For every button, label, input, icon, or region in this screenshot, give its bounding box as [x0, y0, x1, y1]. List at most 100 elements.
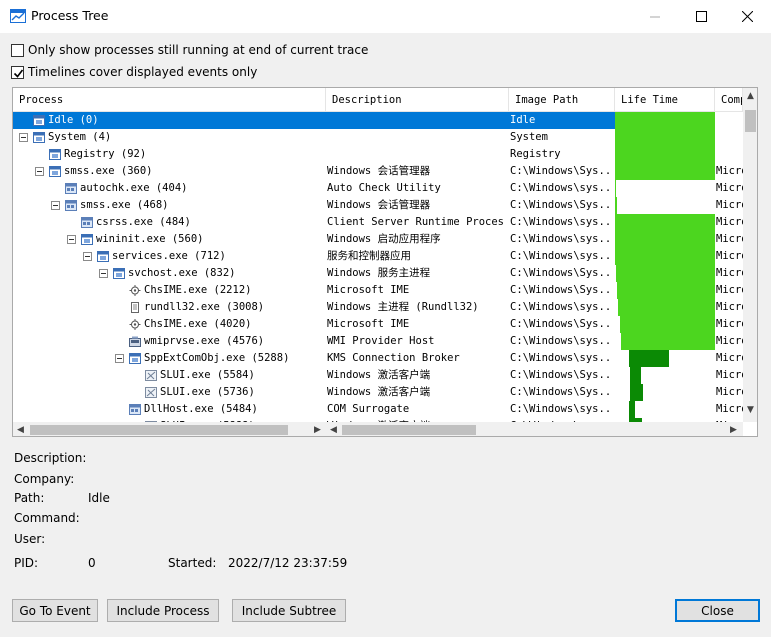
include-process-button[interactable]: Include Process — [107, 599, 219, 622]
process-image-path: C:\Windows\Sys... — [510, 165, 610, 177]
life-time-bar — [615, 231, 715, 248]
process-description: Windows 激活客户端 — [327, 386, 431, 398]
process-company: Micro — [716, 165, 743, 177]
process-icon — [97, 251, 109, 262]
life-time-bar — [615, 112, 715, 129]
scroll-right-icon[interactable]: ▶ — [726, 422, 741, 436]
vertical-scrollbar[interactable]: ▲ ▼ — [743, 88, 757, 422]
process-name: services.exe (712) — [112, 250, 226, 262]
table-row[interactable]: wininit.exe (560) Windows 启动应用程序 C:\Window… — [13, 231, 743, 248]
table-row[interactable]: svchost.exe (832) Windows 服务主进程 C:\Windows… — [13, 265, 743, 282]
table-row[interactable]: csrss.exe (484) Client Server Runtime Pro… — [13, 214, 743, 231]
process-icon — [49, 149, 61, 160]
collapse-toggle-icon[interactable] — [67, 235, 76, 244]
process-description: WMI Provider Host — [327, 335, 435, 347]
life-time-bar — [615, 163, 715, 180]
process-name: ChsIME.exe (4020) — [144, 318, 252, 330]
life-time-bar — [621, 333, 715, 350]
process-company: Micro — [716, 403, 743, 415]
process-description: KMS Connection Broker — [327, 352, 460, 364]
close-window-button[interactable] — [724, 0, 770, 33]
table-row[interactable]: DllHost.exe (5484) COM Surrogate C:\Window… — [13, 401, 743, 418]
process-description: 服务和控制器应用 — [327, 250, 411, 262]
document-icon — [129, 302, 141, 313]
columns-scroll-thumb[interactable] — [342, 425, 476, 435]
process-name: DllHost.exe (5484) — [144, 403, 258, 415]
columns-horizontal-scrollbar[interactable]: ◀ ▶ — [326, 422, 743, 436]
table-row[interactable]: Idle (0) Idle — [13, 112, 743, 129]
scroll-up-icon[interactable]: ▲ — [743, 88, 757, 103]
checkmark-icon — [13, 69, 24, 78]
table-row[interactable]: ChsIME.exe (4020) Microsoft IME C:\Windows… — [13, 316, 743, 333]
process-image-path: C:\Windows\sys... — [510, 352, 610, 364]
table-row[interactable]: smss.exe (468) Windows 会话管理器 C:\Windows\Sy… — [13, 197, 743, 214]
life-time-bar — [615, 248, 715, 265]
vertical-scroll-thumb[interactable] — [745, 110, 756, 132]
table-row[interactable]: rundll32.exe (3008) Windows 主进程 (Rundll32… — [13, 299, 743, 316]
table-row[interactable]: autochk.exe (404) Auto Check Utility C:\Wi… — [13, 180, 743, 197]
process-company: Micro — [716, 386, 743, 398]
collapse-toggle-icon[interactable] — [115, 354, 124, 363]
process-icon — [113, 268, 125, 279]
process-company: Micro — [716, 301, 743, 313]
collapse-toggle-icon[interactable] — [35, 167, 44, 176]
timelines-cover-checkbox[interactable] — [11, 65, 24, 79]
table-row[interactable]: services.exe (712) 服务和控制器应用 C:\Windows\sys… — [13, 248, 743, 265]
collapse-toggle-icon[interactable] — [83, 252, 92, 261]
table-row[interactable]: Registry (92) Registry — [13, 146, 743, 163]
collapse-toggle-icon[interactable] — [19, 133, 28, 142]
scroll-left-icon[interactable]: ◀ — [326, 422, 341, 436]
collapse-toggle-icon[interactable] — [99, 269, 108, 278]
timelines-cover-option[interactable]: Timelines cover displayed events only — [11, 64, 257, 80]
company-label: Company: — [14, 472, 75, 486]
table-row[interactable]: SLUI.exe (5736) Windows 激活客户端 C:\Windows\S… — [13, 384, 743, 401]
column-header-process[interactable]: Process — [13, 88, 326, 112]
process-image-path: C:\Windows\Sys... — [510, 386, 610, 398]
running-only-option[interactable]: Only show processes still running at end… — [11, 42, 368, 58]
tree-scroll-thumb[interactable] — [30, 425, 288, 435]
life-time-bar — [615, 129, 715, 146]
close-button[interactable]: Close — [675, 599, 760, 622]
process-image-path: C:\Windows\Sys... — [510, 369, 610, 381]
scroll-left-icon[interactable]: ◀ — [13, 422, 28, 436]
gear-icon — [129, 319, 141, 330]
process-name: SppExtComObj.exe (5288) — [144, 352, 290, 364]
column-header-description[interactable]: Description — [326, 88, 509, 112]
process-company: Micro — [716, 199, 743, 211]
table-row[interactable]: SppExtComObj.exe (5288) KMS Connection Br… — [13, 350, 743, 367]
running-only-checkbox[interactable] — [11, 43, 24, 57]
life-time-bar — [615, 146, 715, 163]
process-name: rundll32.exe (3008) — [144, 301, 265, 313]
process-image-path: C:\Windows\sys... — [510, 335, 610, 347]
go-to-event-button[interactable]: Go To Event — [12, 599, 98, 622]
life-time-bar — [618, 299, 715, 316]
minimize-button[interactable] — [632, 0, 678, 33]
include-subtree-button[interactable]: Include Subtree — [232, 599, 346, 622]
column-header-image-path[interactable]: Image Path — [509, 88, 615, 112]
process-company: Micro — [716, 284, 743, 296]
maximize-button[interactable] — [678, 0, 724, 33]
scroll-right-icon[interactable]: ▶ — [310, 422, 325, 436]
process-image-path: C:\Windows\sys... — [510, 182, 610, 194]
column-header-life-time[interactable]: Life Time — [615, 88, 715, 112]
process-name: smss.exe (360) — [64, 165, 153, 177]
process-icon — [129, 353, 141, 364]
process-company: Micro — [716, 352, 743, 364]
collapse-toggle-icon[interactable] — [51, 201, 60, 210]
process-name: Registry (92) — [64, 148, 147, 160]
tree-horizontal-scrollbar[interactable]: ◀ ▶ — [13, 422, 326, 436]
scroll-down-icon[interactable]: ▼ — [743, 402, 757, 417]
table-row[interactable]: SLUI.exe (5584) Windows 激活客户端 C:\Windows\S… — [13, 367, 743, 384]
table-row[interactable]: System (4) System — [13, 129, 743, 146]
life-time-bar — [629, 350, 669, 367]
column-header-company[interactable]: Comp — [715, 88, 743, 112]
table-row[interactable]: wmiprvse.exe (4576) WMI Provider Host C:\W… — [13, 333, 743, 350]
table-row[interactable]: smss.exe (360) Windows 会话管理器 C:\Windows\Sy… — [13, 163, 743, 180]
process-tree-table[interactable]: Process Description Image Path Life Time… — [12, 87, 758, 437]
process-description: Windows 会话管理器 — [327, 199, 431, 211]
process-image-path: C:\Windows\sys... — [510, 216, 610, 228]
process-description: Windows 激活客户端 — [327, 369, 431, 381]
running-only-label: Only show processes still running at end… — [28, 43, 369, 57]
process-description: Client Server Runtime Process — [327, 216, 503, 228]
table-row[interactable]: ChsIME.exe (2212) Microsoft IME C:\Windows… — [13, 282, 743, 299]
